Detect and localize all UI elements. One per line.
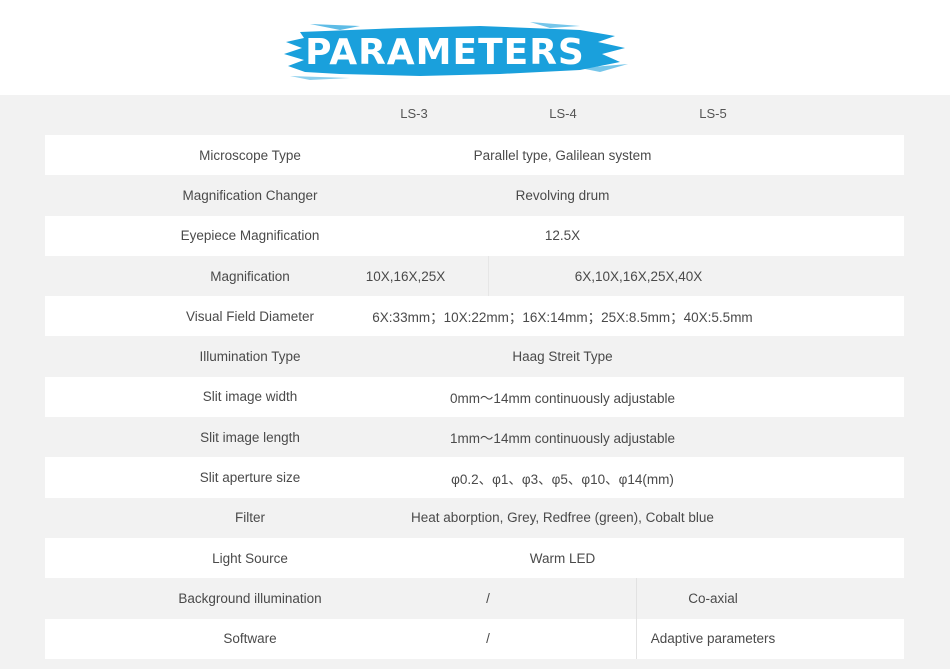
row-label: Slit aperture size	[199, 470, 301, 486]
row-value: Haag Streit Type	[512, 349, 613, 365]
row-value: 6X:33mm；10X:22mm；16X:14mm；25X:8.5mm；40X:…	[372, 310, 753, 326]
table-row: Slit image width 0mm～14mm continuously a…	[45, 376, 904, 418]
header: PARAMETERS	[0, 0, 950, 95]
row-label: Slit image width	[202, 389, 298, 405]
row-label: Slit image length	[200, 429, 300, 445]
row-value-ls4-ls5: 6X,10X,16X,25X,40X	[488, 255, 788, 297]
column-header-ls5: LS-5	[699, 106, 727, 121]
table-row: Visual Field Diameter 6X:33mm；10X:22mm；1…	[45, 296, 904, 337]
table-row: Software / Adaptive parameters	[45, 618, 904, 659]
row-value: 0mm～14mm continuously adjustable	[449, 390, 676, 406]
row-label: Illumination Type	[199, 349, 301, 365]
table-row: Magnification Changer Revolving drum	[45, 175, 904, 216]
row-value: 12.5X	[544, 228, 581, 244]
row-label: Eyepiece Magnification	[180, 228, 320, 244]
row-label: Microscope Type	[199, 147, 301, 163]
table-row: Slit aperture size φ0.2、φ1、φ3、φ5、φ10、φ14…	[45, 457, 904, 498]
table-row: Magnification 10X,16X,25X 6X,10X,16X,25X…	[45, 255, 904, 297]
row-value: Parallel type, Galilean system	[473, 147, 652, 163]
row-label: Background illumination	[178, 590, 322, 606]
row-value-ls5: Adaptive parameters	[636, 618, 789, 659]
row-label: Light Source	[212, 550, 288, 566]
row-value-ls5: Co-axial	[636, 578, 789, 619]
row-value: Warm LED	[529, 550, 596, 566]
table-row: Eyepiece Magnification 12.5X	[45, 215, 904, 256]
row-value-ls3: 10X,16X,25X	[365, 268, 446, 284]
row-value: φ0.2、φ1、φ3、φ5、φ10、φ14(mm)	[451, 471, 674, 487]
column-header-ls3: LS-3	[400, 106, 428, 121]
table-row: Light Source Warm LED	[45, 537, 904, 579]
row-value: Heat aborption, Grey, Redfree (green), C…	[411, 510, 714, 526]
table-row: Slit image length 1mm～14mm continuously …	[45, 417, 904, 458]
row-label: Software	[223, 631, 277, 647]
page-title: PARAMETERS	[305, 31, 585, 73]
parameters-table: Microscope Type Parallel type, Galilean …	[45, 135, 904, 659]
column-header-ls4: LS-4	[549, 106, 577, 121]
row-value: 1mm～14mm continuously adjustable	[449, 431, 676, 447]
row-label: Magnification	[210, 268, 290, 284]
table-row: Background illumination / Co-axial	[45, 578, 904, 619]
table-row: Filter Heat aborption, Grey, Redfree (gr…	[45, 497, 904, 538]
table-row: Illumination Type Haag Streit Type	[45, 336, 904, 377]
row-label: Magnification Changer	[182, 187, 318, 203]
table-row: Microscope Type Parallel type, Galilean …	[45, 135, 904, 176]
row-value-ls3-ls4: /	[486, 590, 490, 606]
row-value-ls3-ls4: /	[486, 631, 490, 647]
row-value: Revolving drum	[515, 187, 610, 203]
